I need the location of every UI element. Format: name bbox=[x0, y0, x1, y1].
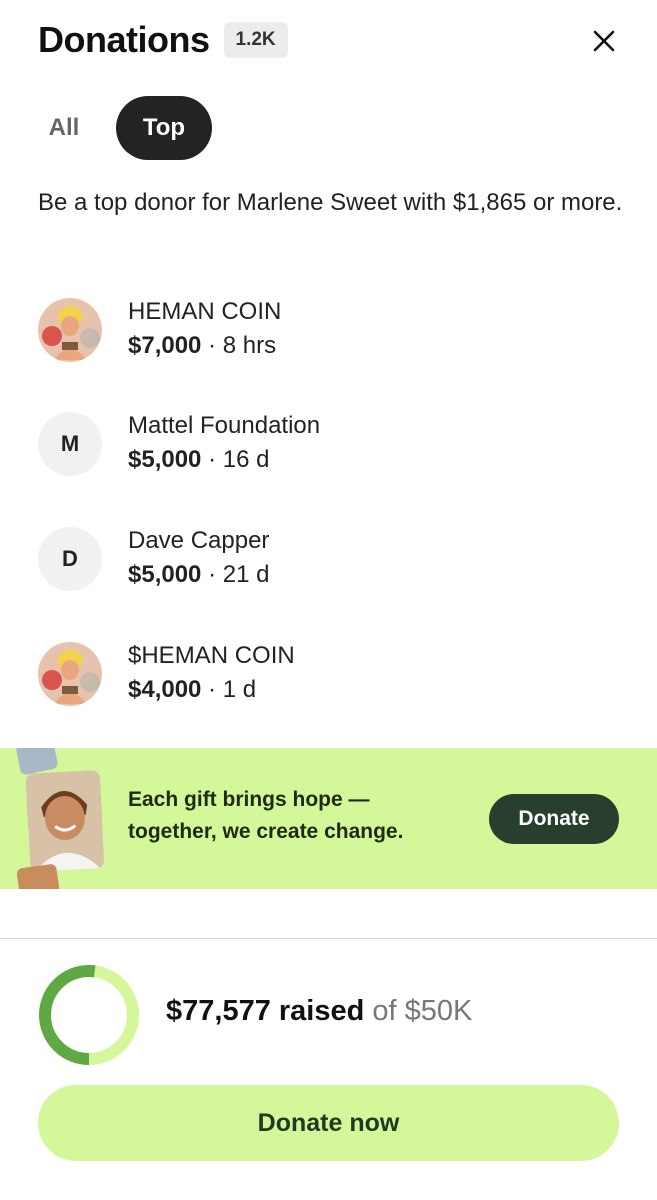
meta-separator: · bbox=[201, 446, 223, 473]
tab-all[interactable]: All bbox=[24, 96, 104, 160]
donation-time: 8 hrs bbox=[222, 332, 277, 359]
heman-avatar-icon bbox=[38, 642, 102, 706]
raised-goal: of $50K bbox=[364, 995, 473, 1027]
donor-item[interactable]: HEMAN COIN $7,000 · 8 hrs bbox=[38, 290, 628, 370]
donor-amount: $5,000 bbox=[128, 561, 202, 588]
donor-name: Dave Capper bbox=[128, 527, 270, 554]
donation-time: 16 d bbox=[222, 446, 270, 473]
promo-photo-thumbnail bbox=[15, 748, 59, 776]
page-title: Donations bbox=[38, 19, 210, 60]
donor-name: Mattel Foundation bbox=[128, 412, 321, 439]
donor-name: HEMAN COIN bbox=[128, 298, 282, 325]
meta-separator: · bbox=[201, 676, 223, 703]
donor-avatar-letter: D bbox=[38, 527, 102, 591]
child-photo-icon bbox=[25, 770, 105, 872]
donor-item[interactable]: $HEMAN COIN $4,000 · 1 d bbox=[38, 634, 628, 714]
tab-top[interactable]: Top bbox=[116, 96, 212, 160]
filter-tabs: All Top bbox=[40, 96, 212, 160]
meta-separator: · bbox=[201, 332, 223, 359]
promo-photo-thumbnail bbox=[16, 863, 60, 889]
promo-donate-button[interactable]: Donate bbox=[489, 794, 619, 844]
progress-ring bbox=[39, 965, 139, 1065]
meta-separator: · bbox=[201, 561, 223, 588]
donate-now-button[interactable]: Donate now bbox=[38, 1085, 619, 1161]
promo-message: Each gift brings hope — together, we cre… bbox=[128, 788, 404, 843]
donor-avatar-image bbox=[38, 642, 102, 706]
donation-time: 21 d bbox=[222, 561, 270, 588]
promo-child-photo bbox=[25, 770, 105, 872]
top-donor-description: Be a top donor for Marlene Sweet with $1… bbox=[38, 189, 623, 216]
donation-time: 1 d bbox=[222, 676, 257, 703]
donor-amount: $4,000 bbox=[128, 676, 202, 703]
donor-avatar-letter: M bbox=[38, 412, 102, 476]
donor-name: $HEMAN COIN bbox=[128, 642, 295, 669]
header: Donations 1.2K bbox=[38, 14, 627, 66]
raised-summary: $77,577 raised of $50K bbox=[166, 995, 472, 1028]
donor-amount: $7,000 bbox=[128, 332, 202, 359]
donor-avatar-image bbox=[38, 298, 102, 362]
donor-item[interactable]: D Dave Capper $5,000 · 21 d bbox=[38, 519, 628, 599]
close-icon bbox=[593, 30, 615, 52]
donor-item[interactable]: M Mattel Foundation $5,000 · 16 d bbox=[38, 404, 628, 484]
donation-footer: $77,577 raised of $50K Donate now bbox=[0, 939, 657, 1200]
donation-count-badge: 1.2K bbox=[223, 22, 288, 58]
close-button[interactable] bbox=[587, 24, 621, 58]
heman-avatar-icon bbox=[38, 298, 102, 362]
raised-amount: $77,577 raised bbox=[166, 995, 365, 1027]
donor-amount: $5,000 bbox=[128, 446, 202, 473]
